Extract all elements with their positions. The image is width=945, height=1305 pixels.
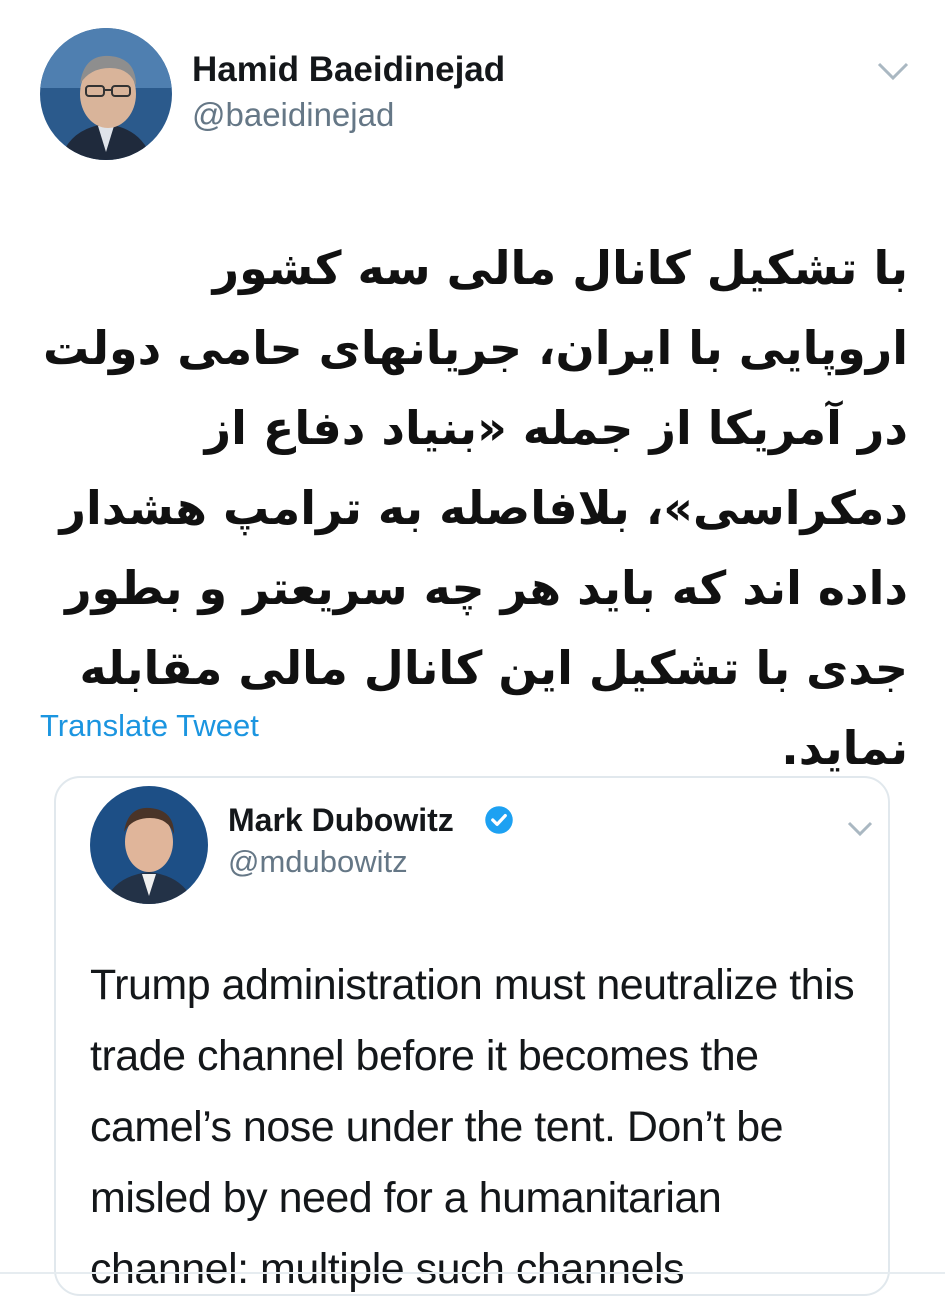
translate-tweet-link[interactable]: Translate Tweet — [40, 708, 259, 744]
tweet-text: با تشکیل کانال مالی سه کشور اروپایی با ا… — [43, 241, 908, 775]
verified-badge-icon — [485, 806, 513, 834]
divider — [0, 1272, 945, 1274]
quoted-author-handle[interactable]: @mdubowitz — [228, 844, 408, 880]
chevron-down-icon[interactable] — [876, 60, 910, 82]
chevron-down-icon[interactable] — [846, 820, 874, 838]
quoted-tweet-text: Trump administration must neutralize thi… — [90, 961, 855, 1293]
quoted-avatar[interactable] — [90, 786, 208, 904]
quoted-author-name[interactable]: Mark Dubowitz — [228, 802, 454, 839]
quoted-tweet-card[interactable]: Mark Dubowitz @mdubowitz Trump administr… — [54, 776, 890, 1296]
main-avatar[interactable] — [40, 28, 172, 160]
author-name[interactable]: Hamid Baeidinejad — [192, 50, 505, 90]
author-handle[interactable]: @baeidinejad — [192, 96, 394, 134]
